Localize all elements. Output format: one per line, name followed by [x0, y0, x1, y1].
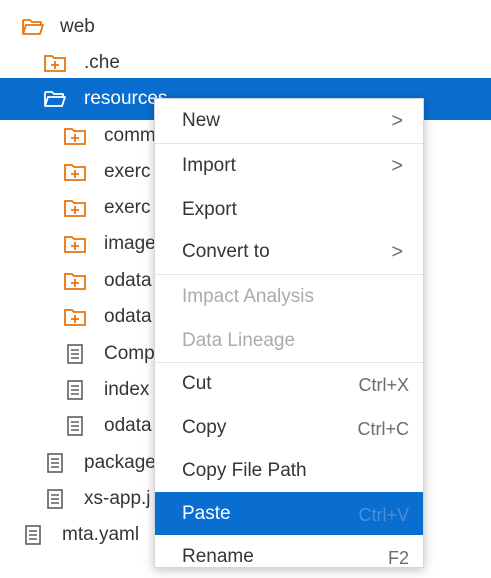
tree-item-label: comm	[104, 125, 156, 146]
tree-item-label: odata	[104, 270, 152, 291]
menu-item-impact-analysis: Impact Analysis	[155, 275, 423, 318]
chevron-right-icon: >	[391, 110, 403, 132]
menu-item-data-lineage: Data Lineage	[155, 319, 423, 362]
context-menu: New > Import > Export Convert to > Impac…	[154, 98, 424, 568]
menu-item-import[interactable]: Import >	[155, 144, 423, 187]
package-folder-icon	[64, 198, 86, 218]
file-icon	[46, 489, 68, 509]
tree-item-label: Comp	[104, 343, 155, 364]
tree-item-label: .che	[84, 52, 120, 73]
menu-item-label: Copy File Path	[182, 460, 307, 481]
tree-item-label: index	[104, 379, 150, 400]
package-folder-icon	[64, 126, 86, 146]
menu-item-shortcut: Ctrl+V	[358, 505, 409, 525]
chevron-right-icon: >	[391, 155, 403, 177]
menu-item-shortcut: Ctrl+C	[357, 419, 409, 439]
menu-item-label: Rename	[182, 546, 254, 567]
tree-item-label: xs-app.j	[84, 488, 151, 509]
menu-item-new[interactable]: New >	[155, 99, 423, 142]
file-icon	[66, 416, 88, 436]
menu-item-shortcut: Ctrl+X	[358, 375, 409, 395]
chevron-right-icon: >	[391, 241, 403, 263]
menu-item-label: Data Lineage	[182, 330, 296, 351]
menu-item-label: Impact Analysis	[182, 286, 314, 307]
menu-item-cut[interactable]: Cut Ctrl+X	[155, 362, 423, 405]
tree-item-label: exerc	[104, 161, 151, 182]
menu-item-rename[interactable]: Rename F2	[155, 535, 423, 578]
package-folder-icon	[64, 162, 86, 182]
menu-item-label: Export	[182, 199, 237, 220]
menu-item-label: Paste	[182, 503, 231, 524]
menu-item-convert-to[interactable]: Convert to >	[155, 230, 423, 273]
menu-item-shortcut: F2	[387, 548, 409, 568]
menu-item-label: Cut	[182, 373, 212, 394]
package-folder-icon	[44, 53, 66, 73]
tree-item-label: odata	[104, 415, 152, 436]
tree-item-label: odata	[104, 306, 152, 327]
menu-item-label: Import	[182, 155, 236, 176]
file-icon	[24, 525, 46, 545]
package-folder-icon	[64, 234, 86, 254]
menu-item-label: Copy	[182, 417, 227, 438]
tree-item-label: web	[60, 16, 95, 37]
menu-item-label: Convert to	[182, 241, 270, 262]
package-folder-icon	[64, 307, 86, 327]
file-icon	[66, 380, 88, 400]
package-folder-icon	[64, 271, 86, 291]
menu-item-copy[interactable]: Copy Ctrl+C	[155, 406, 423, 449]
tree-item-label: package	[84, 452, 156, 473]
tree-item-label: mta.yaml	[62, 524, 140, 545]
file-icon	[66, 344, 88, 364]
file-icon	[46, 453, 68, 473]
tree-item-label: exerc	[104, 197, 151, 218]
menu-item-label: New	[182, 110, 221, 131]
menu-item-paste[interactable]: Paste Ctrl+V	[155, 492, 423, 535]
folder-icon	[22, 0, 44, 1]
folder-open-icon	[22, 17, 44, 37]
tree-item-label: image	[104, 233, 156, 254]
folder-open-icon	[44, 89, 66, 109]
menu-item-copy-file-path[interactable]: Copy File Path	[155, 449, 423, 492]
menu-item-export[interactable]: Export	[155, 188, 423, 231]
